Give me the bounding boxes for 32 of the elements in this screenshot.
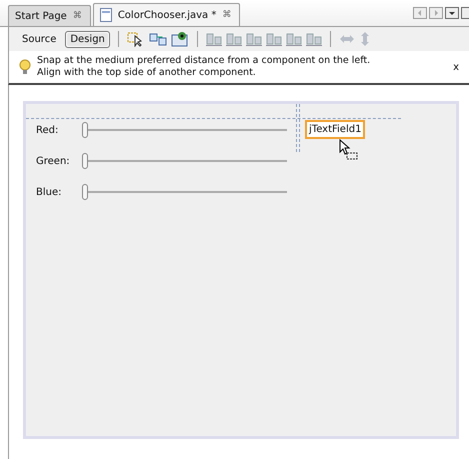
align-icon[interactable] — [266, 31, 282, 47]
connection-mode-icon[interactable] — [148, 31, 167, 47]
slider-thumb[interactable] — [82, 122, 88, 138]
scroll-left-icon[interactable] — [413, 7, 427, 19]
editor-tab[interactable]: Start Page ⌘ — [8, 5, 91, 26]
hint-text: Align with the top side of another component. — [37, 67, 257, 79]
move-cursor-icon — [339, 139, 360, 161]
selection-mode-icon[interactable] — [126, 31, 145, 47]
slider-label: Blue: — [36, 186, 62, 198]
slider-thumb[interactable] — [82, 184, 88, 200]
file-icon — [100, 8, 112, 22]
align-icon[interactable] — [246, 31, 262, 47]
slider-label: Green: — [36, 156, 71, 166]
align-icon[interactable] — [286, 31, 302, 47]
preview-icon[interactable] — [170, 31, 189, 47]
view-toggle-button[interactable]: Source — [17, 30, 62, 48]
slider-thumb[interactable] — [82, 153, 88, 169]
close-tab-icon[interactable]: ⌘ — [72, 11, 82, 21]
dropdown-icon[interactable] — [445, 7, 459, 19]
hint-text: Snap at the medium preferred distance from a component on the left. — [37, 55, 372, 67]
close-tab-icon[interactable]: ⌘ — [222, 10, 232, 20]
lightbulb-icon — [19, 59, 31, 75]
close-hint-button[interactable]: x — [453, 62, 459, 72]
view-toggle-button[interactable]: Design — [65, 30, 110, 48]
maximize-icon[interactable] — [461, 7, 469, 19]
align-icon[interactable] — [306, 31, 322, 47]
vertical-resize-icon[interactable] — [358, 31, 371, 47]
align-icon[interactable] — [226, 31, 242, 47]
editor-tab[interactable]: ColorChooser.java * ⌘ — [92, 3, 240, 26]
text-field[interactable]: jTextField1 — [305, 120, 366, 139]
align-icon[interactable] — [206, 31, 222, 47]
slider-label: Red: — [36, 124, 60, 136]
